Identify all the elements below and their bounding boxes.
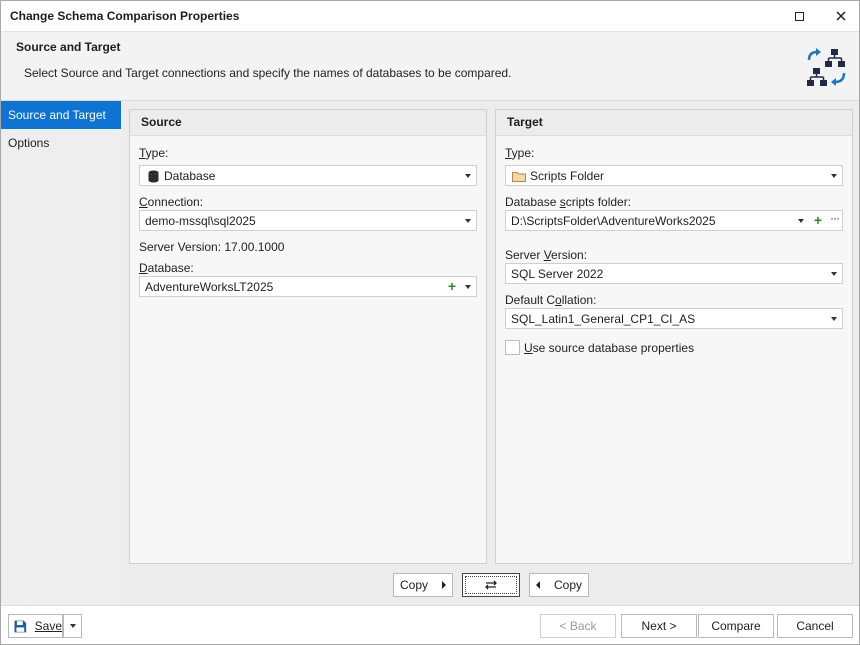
add-folder-icon[interactable]: + xyxy=(814,212,822,228)
sidebar-nav: Source and Target Options xyxy=(1,101,121,605)
page-description: Select Source and Target connections and… xyxy=(24,66,512,80)
maximize-button[interactable] xyxy=(786,6,812,26)
source-type-select[interactable]: Database xyxy=(139,165,477,186)
copy-to-source-label: Copy xyxy=(553,578,582,592)
chevron-down-icon xyxy=(831,317,837,321)
chevron-down-icon[interactable] xyxy=(465,285,471,289)
database-icon xyxy=(148,170,159,183)
arrow-left-icon xyxy=(535,581,540,589)
chevron-down-icon xyxy=(831,272,837,276)
arrow-right-icon xyxy=(442,581,446,589)
chevron-down-icon xyxy=(465,174,471,178)
title-bar: Change Schema Comparison Properties xyxy=(1,1,859,31)
chevron-down-icon xyxy=(831,174,837,178)
server-version-select[interactable]: SQL Server 2022 xyxy=(505,263,843,284)
connection-label: Connection: xyxy=(139,195,204,209)
save-label: Save xyxy=(34,619,62,633)
connection-value: demo-mssql\sql2025 xyxy=(145,214,256,228)
target-type-select[interactable]: Scripts Folder xyxy=(505,165,843,186)
collation-value: SQL_Latin1_General_CP1_CI_AS xyxy=(511,312,696,326)
copy-to-target-button[interactable]: Copy xyxy=(393,573,453,597)
nav-item-source-and-target[interactable]: Source and Target xyxy=(1,101,121,129)
database-select[interactable]: AdventureWorksLT2025 + xyxy=(139,276,477,297)
save-button[interactable]: Save xyxy=(8,614,63,638)
back-button[interactable]: < Back xyxy=(540,614,616,638)
folder-icon xyxy=(512,172,526,182)
nav-item-options[interactable]: Options xyxy=(1,129,121,157)
server-version-label: Server Version: xyxy=(505,248,588,262)
scripts-folder-select[interactable]: D:\ScriptsFolder\AdventureWorks2025 + ··… xyxy=(505,210,843,231)
source-type-label: Type: xyxy=(139,146,169,160)
source-server-version: Server Version: 17.00.1000 xyxy=(139,240,285,254)
next-button[interactable]: Next > xyxy=(621,614,697,638)
compare-button[interactable]: Compare xyxy=(698,614,774,638)
scripts-folder-label: Database scripts folder: xyxy=(505,195,632,209)
target-heading: Target xyxy=(496,110,852,136)
collation-label: Default Collation: xyxy=(505,293,597,307)
server-version-value: SQL Server 2022 xyxy=(511,267,604,281)
save-dropdown-button[interactable] xyxy=(63,614,82,638)
page-title: Source and Target xyxy=(16,40,121,54)
main-content: Source Type: Database Connection: demo-m… xyxy=(121,101,859,605)
target-type-value: Scripts Folder xyxy=(530,169,605,183)
cancel-button[interactable]: Cancel xyxy=(777,614,853,638)
use-source-properties-label[interactable]: Use source database properties xyxy=(524,341,694,355)
copy-to-source-button[interactable]: Copy xyxy=(529,573,589,597)
close-button[interactable] xyxy=(828,6,854,26)
window-title: Change Schema Comparison Properties xyxy=(10,9,240,23)
source-type-value: Database xyxy=(164,169,216,183)
database-value: AdventureWorksLT2025 xyxy=(145,280,274,294)
browse-icon[interactable]: ··· xyxy=(830,211,840,225)
target-panel: Target Type: Scripts Folder Database scr… xyxy=(495,109,853,564)
use-source-properties-checkbox[interactable] xyxy=(505,340,520,355)
swap-icon xyxy=(485,580,497,590)
collation-select[interactable]: SQL_Latin1_General_CP1_CI_AS xyxy=(505,308,843,329)
chevron-down-icon[interactable] xyxy=(798,219,804,223)
save-icon xyxy=(14,620,27,632)
target-type-label: Type: xyxy=(505,146,535,160)
close-icon xyxy=(836,11,846,21)
database-label: Database: xyxy=(139,261,194,275)
schema-compare-icon xyxy=(807,48,846,86)
add-database-icon[interactable]: + xyxy=(448,278,456,294)
chevron-down-icon xyxy=(465,219,471,223)
swap-button[interactable] xyxy=(462,573,520,597)
source-panel: Source Type: Database Connection: demo-m… xyxy=(129,109,487,564)
dialog-window: Change Schema Comparison Properties Sour… xyxy=(0,0,860,645)
connection-select[interactable]: demo-mssql\sql2025 xyxy=(139,210,477,231)
source-heading: Source xyxy=(130,110,486,136)
scripts-folder-value: D:\ScriptsFolder\AdventureWorks2025 xyxy=(511,214,716,228)
copy-to-target-label: Copy xyxy=(399,578,428,592)
maximize-icon xyxy=(794,11,804,21)
chevron-down-icon xyxy=(69,624,76,628)
dialog-footer: Save < Back Next > Compare Cancel xyxy=(1,605,859,644)
page-header: Source and Target Select Source and Targ… xyxy=(1,31,859,101)
